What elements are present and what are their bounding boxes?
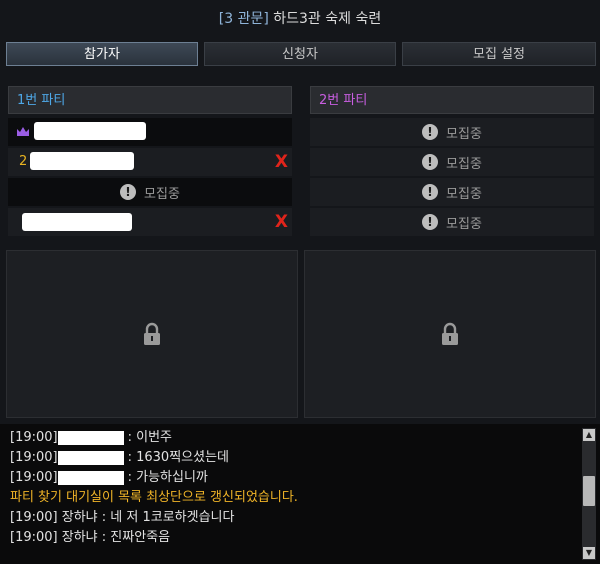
chat-message: [19:00] : 가능하십니까 [10,468,208,488]
raid-name: 하드3관 숙제 숙련 [273,11,382,27]
party-2-slot-2[interactable]: ! 모집중 [310,148,594,176]
chat-scrollbar[interactable]: ▲ ▼ [582,428,596,560]
exclamation-circle-icon: ! [422,124,439,140]
chat-message: [19:00] : 이번주 [10,428,172,448]
raid-category: [3 관문] [218,11,269,27]
crown-icon [17,127,29,136]
redacted-name [34,122,146,140]
kick-button[interactable]: X [275,148,288,176]
locked-party-3 [6,250,298,418]
chat-time: [19:00] [10,430,58,445]
slot-number: 2 [19,154,28,169]
party-1-slot-3[interactable]: ! 모집중 [8,178,292,206]
party-1-slot-4[interactable]: X [8,208,292,236]
chat-time: [19:00] [10,510,58,525]
lock-icon [442,322,458,345]
kick-button[interactable]: X [275,208,288,236]
recruiting-label: 모집중 [446,216,482,232]
chat-time: [19:00] [10,530,58,545]
tab-participants[interactable]: 참가자 [6,42,198,66]
scroll-down-icon[interactable]: ▼ [583,547,595,559]
tab-recruit-settings[interactable]: 모집 설정 [402,42,596,66]
scroll-up-icon[interactable]: ▲ [583,429,595,441]
chat-text: : 이번주 [127,430,173,445]
tab-applicants[interactable]: 신청자 [204,42,396,66]
locked-party-4 [304,250,596,418]
chat-text: : 진짜안죽음 [101,530,171,545]
chat-message: [19:00] : 1630찍으셨는데 [10,448,229,468]
raid-title: [3 관문] 하드3관 숙제 숙련 [0,0,600,38]
party-2-header: 2번 파티 [310,86,594,114]
redacted-name [57,430,124,445]
redacted-name [57,470,124,485]
exclamation-circle-icon: ! [422,214,439,230]
chat-message: [19:00] 장하냐 : 진짜안죽음 [10,528,170,548]
exclamation-circle-icon: ! [422,184,439,200]
redacted-name [22,213,132,231]
chat-speaker: 장하냐 [61,530,98,545]
chat-log[interactable]: [19:00] : 이번주 [19:00] : 1630찍으셨는데 [19:00]:… [0,424,600,564]
lock-icon [144,322,160,345]
recruiting-label: 모집중 [446,156,482,172]
party-2-slot-1[interactable]: ! 모집중 [310,118,594,146]
recruiting-label: 모집중 [446,126,482,142]
chat-text: : 가능하십니까 [127,470,208,485]
exclamation-circle-icon: ! [120,184,137,200]
party-1-header: 1번 파티 [8,86,292,114]
chat-message: [19:00] 장하냐 : 네 저 1코로하겟습니다 [10,508,234,528]
chat-time: [19:00] [10,450,58,465]
party-1-slot-2[interactable]: 2 X [8,148,292,176]
recruiting-label: 모집중 [446,186,482,202]
party-1: 1번 파티 2 X ! 모집중 X [8,86,292,242]
recruiting-status: ! 모집중 [8,178,292,206]
chat-speaker: 장하냐 [61,510,98,525]
redacted-name [57,450,124,465]
system-message: 파티 찾기 대기실이 목록 최상단으로 갱신되었습니다. [10,490,298,505]
party-2: 2번 파티 ! 모집중 ! 모집중 ! 모집중 ! 모집중 [310,86,594,242]
chat-time: [19:00] [10,470,58,485]
chat-text: : 1630찍으셨는데 [127,450,230,465]
redacted-name [30,152,134,170]
party-1-slot-1[interactable] [8,118,292,146]
party-2-slot-4[interactable]: ! 모집중 [310,208,594,236]
party-2-slot-3[interactable]: ! 모집중 [310,178,594,206]
scroll-thumb[interactable] [583,476,595,506]
chat-text: : 네 저 1코로하겟습니다 [101,510,235,525]
exclamation-circle-icon: ! [422,154,439,170]
tab-bar: 참가자 신청자 모집 설정 [6,42,596,66]
recruiting-label: 모집중 [144,186,180,202]
